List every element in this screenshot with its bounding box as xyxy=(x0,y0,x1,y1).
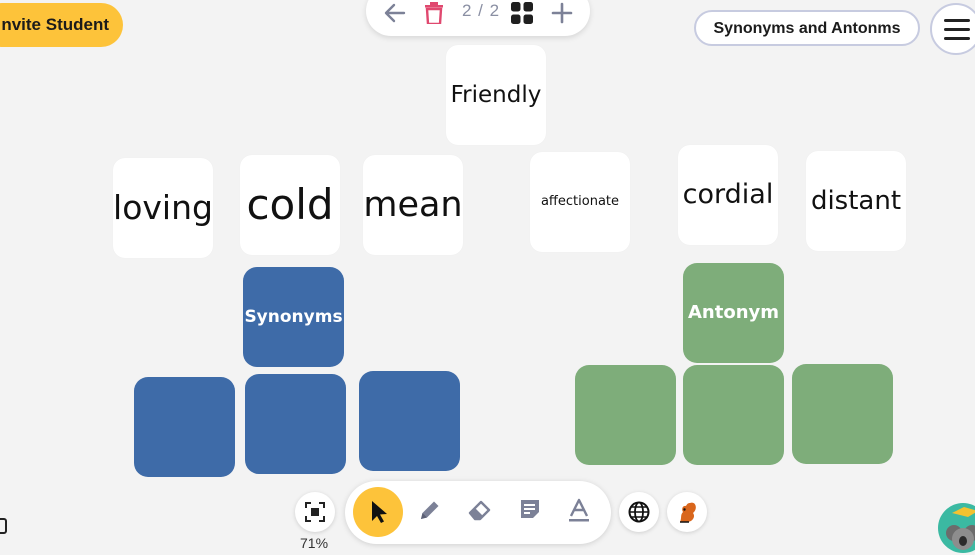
globe-icon xyxy=(628,501,650,523)
drawing-toolbar xyxy=(345,481,611,544)
menu-button[interactable] xyxy=(930,3,975,55)
page-toolbar: 2 / 2 xyxy=(366,0,590,36)
word-card-cold[interactable]: cold xyxy=(240,155,340,255)
word-card-loving[interactable]: loving xyxy=(113,158,213,258)
word-card-affectionate[interactable]: affectionate xyxy=(530,152,630,252)
pointer-icon xyxy=(372,501,387,523)
globe-button[interactable] xyxy=(619,492,659,532)
select-tool-button[interactable] xyxy=(353,487,403,537)
synonym-drop-slot[interactable] xyxy=(245,374,346,474)
fit-screen-button[interactable] xyxy=(295,492,335,532)
antonym-label-tile[interactable]: Antonym xyxy=(683,263,784,363)
synonym-drop-slot[interactable] xyxy=(359,371,460,471)
back-arrow-icon[interactable] xyxy=(384,2,406,24)
text-icon[interactable] xyxy=(568,498,590,522)
zoom-level: 71% xyxy=(300,535,329,551)
support-mascot[interactable] xyxy=(938,503,975,553)
invite-student-button[interactable]: nvite Student xyxy=(0,3,123,47)
word-card-mean[interactable]: mean xyxy=(363,155,463,255)
word-card-distant[interactable]: distant xyxy=(806,151,906,251)
antonym-drop-slot[interactable] xyxy=(683,365,784,465)
pencil-icon[interactable] xyxy=(418,498,442,522)
board-title[interactable]: Synonyms and Antonms xyxy=(694,10,920,46)
grid-icon[interactable] xyxy=(511,2,533,24)
fit-screen-icon xyxy=(305,502,325,522)
trash-icon[interactable] xyxy=(424,2,444,24)
menu-icon-bar xyxy=(944,28,970,31)
home-icon[interactable] xyxy=(0,515,10,535)
plus-icon[interactable] xyxy=(551,2,573,24)
sticky-note-icon[interactable] xyxy=(519,498,541,520)
antonym-drop-slot[interactable] xyxy=(792,364,893,464)
synonym-drop-slot[interactable] xyxy=(134,377,235,477)
word-card-cordial[interactable]: cordial xyxy=(678,145,778,245)
synonyms-label-tile[interactable]: Synonyms xyxy=(243,267,344,367)
menu-icon xyxy=(944,19,970,22)
page-indicator: 2 / 2 xyxy=(462,1,501,20)
eraser-icon[interactable] xyxy=(467,498,493,522)
squirrel-button[interactable] xyxy=(667,492,707,532)
mascot-icon xyxy=(946,507,975,550)
squirrel-icon xyxy=(680,502,696,523)
menu-icon-bar xyxy=(944,37,970,40)
prompt-card[interactable]: Friendly xyxy=(446,45,546,145)
antonym-drop-slot[interactable] xyxy=(575,365,676,465)
